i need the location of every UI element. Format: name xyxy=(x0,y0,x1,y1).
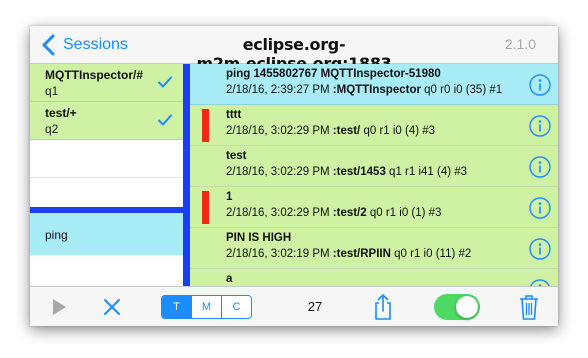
message-topic: :MQTTInspector xyxy=(332,84,421,96)
message-payload: test xyxy=(226,150,247,162)
empty-subscription-row xyxy=(30,178,183,207)
chevron-left-icon xyxy=(42,34,55,56)
message-meta: q0 r1 i0 (1) #3 xyxy=(369,207,442,219)
empty-subscription-row xyxy=(30,140,183,178)
empty-publication-row xyxy=(30,255,183,286)
message-topic: :test/1453 xyxy=(332,166,386,178)
message-details: 2/18/16, 3:02:29 PM :test/ q0 r1 i0 (4) … xyxy=(226,125,435,137)
message-timestamp: 2/18/16, 3:02:29 PM xyxy=(226,207,330,219)
message-details: 2/18/16, 3:02:29 PM :test/1453 q1 r1 i41… xyxy=(226,166,467,178)
subscription-row[interactable]: test/+ q2 xyxy=(30,102,183,140)
message-details: 2/18/16, 2:39:27 PM :MQTTInspector q0 r0… xyxy=(226,84,502,96)
message-timestamp: 2/18/16, 3:02:29 PM xyxy=(226,166,330,178)
publication-topic: ping xyxy=(45,228,68,242)
message-row[interactable]: a xyxy=(190,269,558,286)
message-meta: q0 r1 i0 (11) #2 xyxy=(394,248,472,260)
message-row[interactable]: 1 2/18/16, 3:02:29 PM :test/2 q0 r1 i0 (… xyxy=(190,187,558,228)
view-mode-segmented-control: T M C xyxy=(161,295,252,319)
message-topic: :test/2 xyxy=(332,207,367,219)
checkmark-icon xyxy=(158,114,172,126)
info-icon[interactable] xyxy=(529,115,551,137)
version-label: 2.1.0 xyxy=(504,36,536,52)
message-timestamp: 2/18/16, 3:02:19 PM xyxy=(226,248,330,260)
message-payload: PIN IS HIGH xyxy=(226,232,292,244)
toggle-knob xyxy=(456,296,478,318)
info-icon[interactable] xyxy=(529,156,551,178)
message-payload: ping 1455802767 MQTTInspector-51980 xyxy=(226,68,441,80)
navigation-bar: Sessions eclipse.org-m2m.eclipse.org:188… xyxy=(30,26,558,73)
subscription-topic: test/+ xyxy=(45,106,77,120)
info-icon[interactable] xyxy=(529,74,551,96)
publication-row[interactable]: ping xyxy=(30,213,183,255)
message-payload: tttt xyxy=(226,109,242,121)
message-timestamp: 2/18/16, 3:02:29 PM xyxy=(226,125,330,137)
share-icon[interactable] xyxy=(373,293,393,321)
back-button[interactable]: Sessions xyxy=(40,32,128,58)
message-count: 27 xyxy=(307,299,323,314)
segment-messages[interactable]: M xyxy=(191,296,221,318)
message-row[interactable]: ping 1455802767 MQTTInspector-51980 2/18… xyxy=(190,64,558,105)
subscription-row[interactable]: MQTTInspector/# q1 xyxy=(30,64,183,102)
message-meta: q0 r0 i0 (35) #1 xyxy=(424,84,503,96)
message-row[interactable]: test 2/18/16, 3:02:29 PM :test/1453 q1 r… xyxy=(190,146,558,187)
subscription-qos: q2 xyxy=(45,122,59,136)
message-payload: a xyxy=(226,273,233,285)
message-payload: 1 xyxy=(226,191,233,203)
message-topic: :test/RPIIN xyxy=(332,248,391,260)
retained-flag xyxy=(202,191,209,224)
info-icon[interactable] xyxy=(529,279,551,286)
checkmark-icon xyxy=(158,76,172,88)
subscription-qos: q1 xyxy=(45,84,59,98)
trash-icon[interactable] xyxy=(518,293,540,321)
messages-list: ping 1455802767 MQTTInspector-51980 2/18… xyxy=(190,64,558,286)
message-meta: q1 r1 i41 (4) #3 xyxy=(389,166,468,178)
message-details: 2/18/16, 3:02:29 PM :test/2 q0 r1 i0 (1)… xyxy=(226,207,441,219)
left-panel: MQTTInspector/# q1 test/+ q2 ping xyxy=(30,64,183,286)
message-topic: :test/ xyxy=(332,125,361,137)
info-icon[interactable] xyxy=(529,197,551,219)
message-timestamp: 2/18/16, 2:39:27 PM xyxy=(226,84,330,96)
subscription-topic: MQTTInspector/# xyxy=(45,68,144,82)
message-row[interactable]: tttt 2/18/16, 3:02:29 PM :test/ q0 r1 i0… xyxy=(190,105,558,146)
message-meta: q0 r1 i0 (4) #3 xyxy=(363,125,436,137)
play-icon[interactable] xyxy=(50,297,68,317)
segment-commands[interactable]: C xyxy=(221,296,251,318)
close-icon[interactable] xyxy=(103,298,121,316)
bottom-toolbar: T M C 27 xyxy=(30,286,558,326)
info-icon[interactable] xyxy=(529,238,551,260)
vertical-separator xyxy=(183,64,190,286)
app-window: Sessions eclipse.org-m2m.eclipse.org:188… xyxy=(30,26,558,326)
segment-topics[interactable]: T xyxy=(162,296,191,318)
back-button-label: Sessions xyxy=(63,36,128,53)
auto-scroll-toggle[interactable] xyxy=(434,294,480,320)
message-row[interactable]: PIN IS HIGH 2/18/16, 3:02:19 PM :test/RP… xyxy=(190,228,558,269)
message-details: 2/18/16, 3:02:19 PM :test/RPIIN q0 r1 i0… xyxy=(226,248,471,260)
retained-flag xyxy=(202,109,209,142)
